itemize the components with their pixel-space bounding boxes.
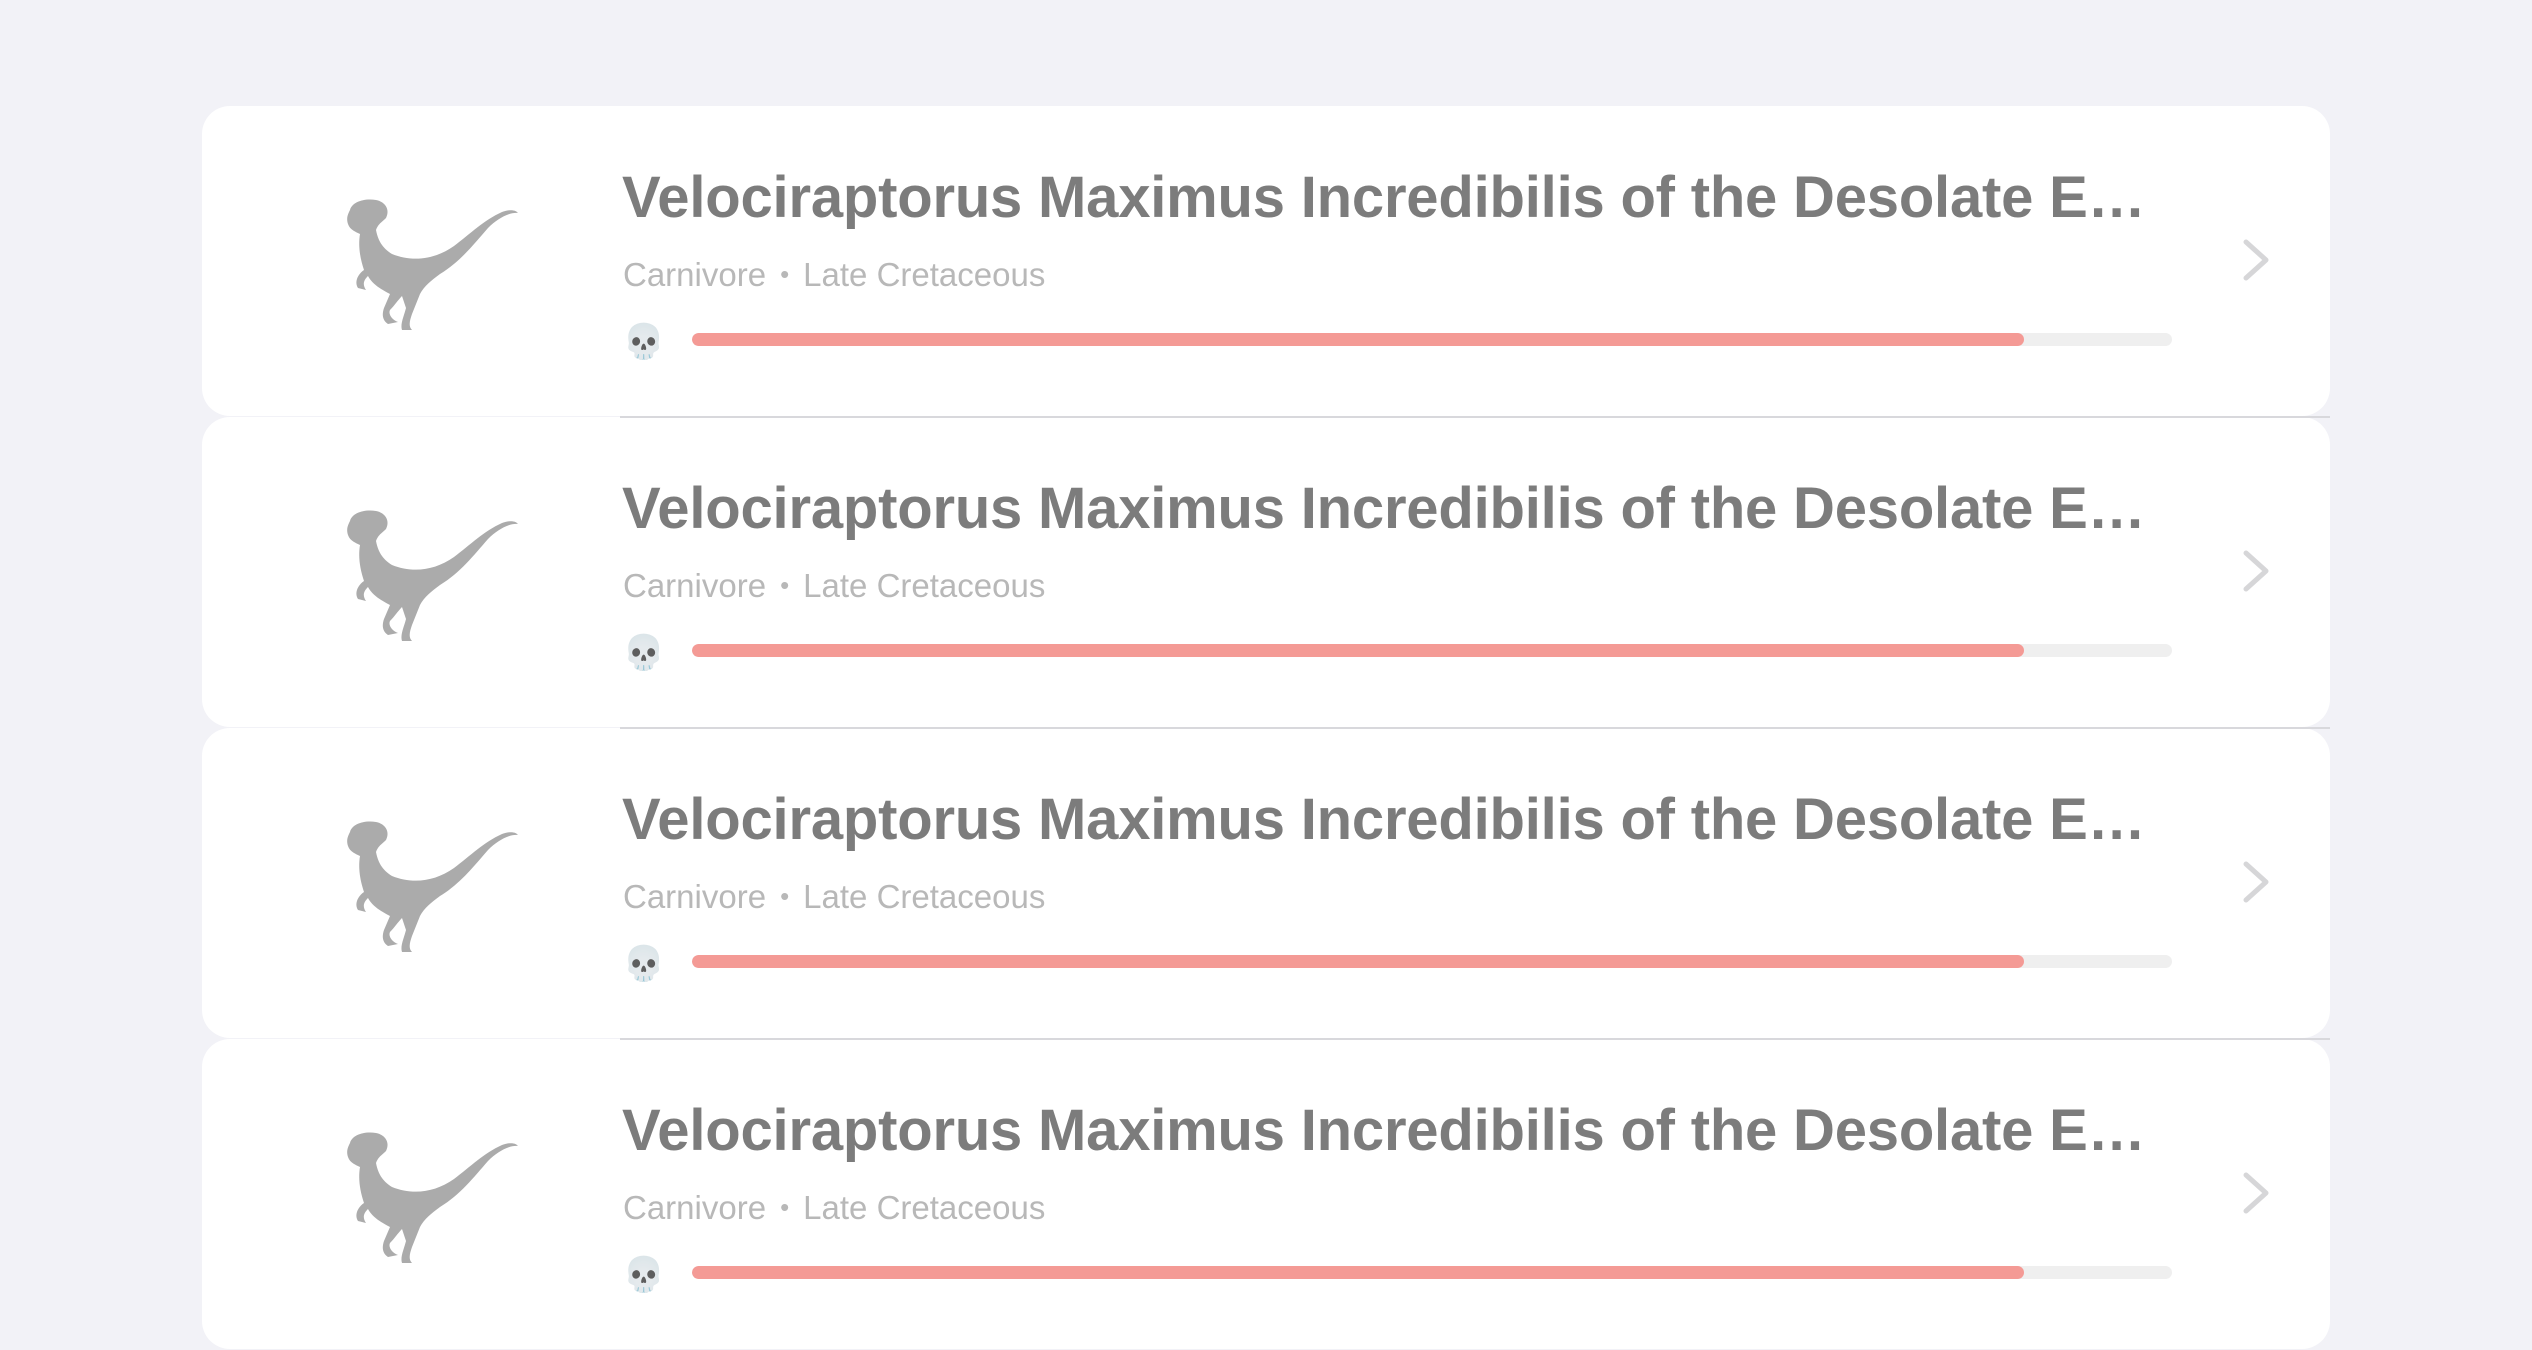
danger-bar xyxy=(692,644,2172,657)
skull-icon: 💀 xyxy=(622,945,666,983)
meta-separator: • xyxy=(780,881,790,911)
dinosaur-list: Velociraptorus Maximus Incredibilis of t… xyxy=(202,106,2330,1350)
diet-label: Carnivore xyxy=(623,1189,767,1226)
list-item[interactable]: Velociraptorus Maximus Incredibilis of t… xyxy=(202,106,2330,418)
row-divider xyxy=(620,1038,2330,1040)
chevron-right-icon xyxy=(2243,861,2269,903)
diet-label: Carnivore xyxy=(623,878,767,915)
danger-bar-fill xyxy=(692,1266,2024,1279)
dinosaur-name: Velociraptorus Maximus Incredibilis of t… xyxy=(622,1098,2152,1163)
diet-label: Carnivore xyxy=(623,256,767,293)
danger-bar-fill xyxy=(692,644,2024,657)
skull-icon: 💀 xyxy=(622,634,666,672)
dinosaur-name: Velociraptorus Maximus Incredibilis of t… xyxy=(622,476,2152,541)
dinosaur-meta: Carnivore • Late Cretaceous xyxy=(623,878,1045,916)
dinosaur-name: Velociraptorus Maximus Incredibilis of t… xyxy=(622,165,2152,230)
dinosaur-name: Velociraptorus Maximus Incredibilis of t… xyxy=(622,787,2152,852)
skull-icon: 💀 xyxy=(622,1256,666,1294)
chevron-right-icon xyxy=(2243,1172,2269,1214)
list-item[interactable]: Velociraptorus Maximus Incredibilis of t… xyxy=(202,728,2330,1040)
danger-bar xyxy=(692,333,2172,346)
dinosaur-meta: Carnivore • Late Cretaceous xyxy=(623,256,1045,294)
period-label: Late Cretaceous xyxy=(803,1189,1046,1226)
row-divider xyxy=(620,416,2330,418)
velociraptor-icon xyxy=(347,821,518,952)
period-label: Late Cretaceous xyxy=(803,567,1046,604)
diet-label: Carnivore xyxy=(623,567,767,604)
velociraptor-icon xyxy=(347,510,518,641)
list-item[interactable]: Velociraptorus Maximus Incredibilis of t… xyxy=(202,1039,2330,1349)
row-divider xyxy=(620,727,2330,729)
danger-bar-fill xyxy=(692,333,2024,346)
skull-icon: 💀 xyxy=(622,323,666,361)
period-label: Late Cretaceous xyxy=(803,256,1046,293)
dinosaur-meta: Carnivore • Late Cretaceous xyxy=(623,1189,1045,1227)
meta-separator: • xyxy=(780,1192,790,1222)
list-item[interactable]: Velociraptorus Maximus Incredibilis of t… xyxy=(202,417,2330,729)
danger-bar-fill xyxy=(692,955,2024,968)
danger-bar xyxy=(692,955,2172,968)
period-label: Late Cretaceous xyxy=(803,878,1046,915)
meta-separator: • xyxy=(780,570,790,600)
chevron-right-icon xyxy=(2243,239,2269,281)
dinosaur-meta: Carnivore • Late Cretaceous xyxy=(623,567,1045,605)
velociraptor-icon xyxy=(347,1132,518,1263)
velociraptor-icon xyxy=(347,199,518,330)
meta-separator: • xyxy=(780,259,790,289)
chevron-right-icon xyxy=(2243,550,2269,592)
danger-bar xyxy=(692,1266,2172,1279)
